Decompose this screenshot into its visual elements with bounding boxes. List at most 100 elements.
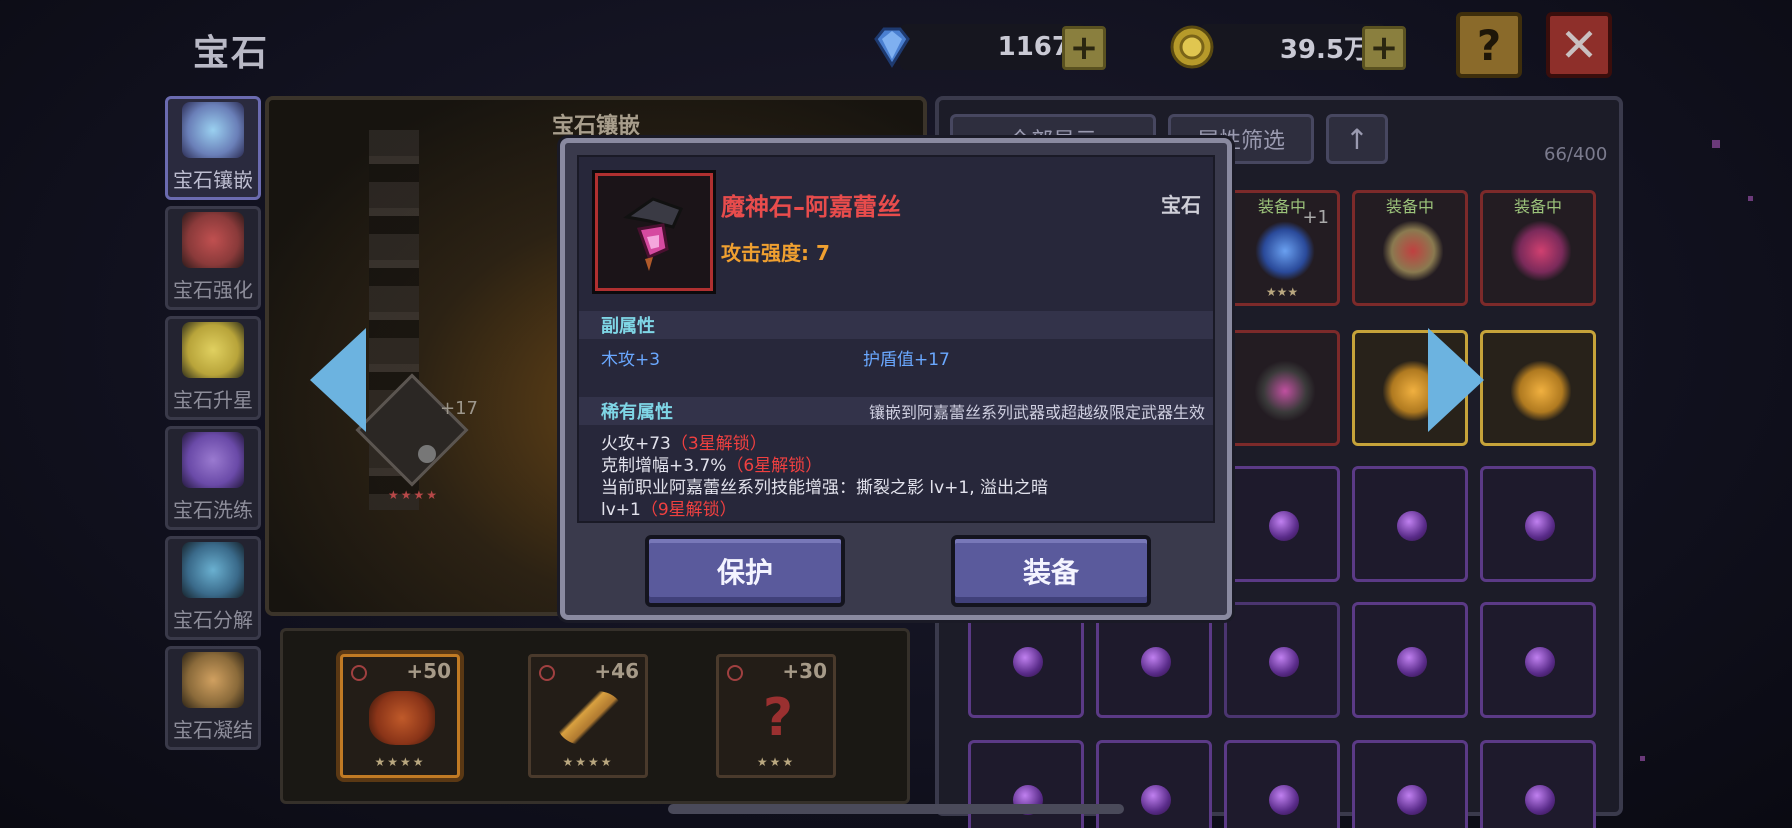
inventory-slot[interactable]: 装备中 +1 ★★★ xyxy=(1224,190,1340,306)
sidebar-item-label: 宝石分解 xyxy=(173,608,253,632)
gem-detail-content: 魔神石–阿嘉蕾丝 宝石 攻击强度: 7 副属性 木攻+3 护盾值+17 稀有属性… xyxy=(577,155,1215,523)
purple-gem-icon xyxy=(182,432,244,488)
gem-name: 魔神石–阿嘉蕾丝 xyxy=(721,193,901,221)
purple-orb-icon xyxy=(1141,647,1171,677)
tray-slot[interactable]: +46 ★★★★ xyxy=(528,654,648,778)
unlock-requirement: （9星解锁） xyxy=(640,500,737,520)
scroll-icon xyxy=(182,542,244,598)
protect-button[interactable]: 保护 xyxy=(645,535,845,607)
home-indicator[interactable] xyxy=(668,804,1124,814)
rare-attr-title: 稀有属性 xyxy=(601,402,673,423)
demon-gem-icon xyxy=(1511,221,1571,281)
star-decoration xyxy=(1712,140,1720,148)
sidebar-item-label: 宝石凝结 xyxy=(173,718,253,742)
tray-slot-level: +30 xyxy=(782,659,827,683)
inventory-slot[interactable] xyxy=(1224,466,1340,582)
inventory-slot[interactable]: 装备中 xyxy=(1480,190,1596,306)
sidebar-item-label: 宝石镶嵌 xyxy=(173,168,253,192)
sidebar-item-enhance[interactable]: 宝石强化 xyxy=(165,206,261,310)
sub-attr: 护盾值+17 xyxy=(863,350,950,370)
gem-detail-dialog: 魔神石–阿嘉蕾丝 宝石 攻击强度: 7 副属性 木攻+3 护盾值+17 稀有属性… xyxy=(560,138,1232,620)
inventory-slot[interactable] xyxy=(1224,602,1340,718)
inventory-slot[interactable] xyxy=(1480,602,1596,718)
inventory-slot[interactable] xyxy=(1480,466,1596,582)
purple-orb-icon xyxy=(1397,785,1427,815)
gem-egg-icon xyxy=(182,102,244,158)
star-decoration xyxy=(1748,196,1753,201)
tray-slot-stars: ★★★★ xyxy=(374,755,426,769)
tray-slot[interactable]: +30 ? ★★★ xyxy=(716,654,836,778)
lock-icon xyxy=(539,665,555,681)
purple-orb-icon xyxy=(1269,511,1299,541)
rare-attr-text: lv+1 xyxy=(601,500,641,520)
equipped-badge: 装备中 xyxy=(1513,197,1562,216)
add-gold-button[interactable]: + xyxy=(1362,26,1406,70)
equip-button[interactable]: 装备 xyxy=(951,535,1151,607)
inventory-slot[interactable] xyxy=(1224,330,1340,446)
gold-gem-icon xyxy=(1511,361,1571,421)
tray-slot[interactable]: +50 ★★★★ xyxy=(340,654,460,778)
purple-orb-icon xyxy=(1525,647,1555,677)
page-title: 宝石 xyxy=(193,33,270,74)
add-diamond-button[interactable]: + xyxy=(1062,26,1106,70)
sidebar-item-label: 宝石强化 xyxy=(173,278,253,302)
crest-gem-icon xyxy=(1383,221,1443,281)
gold-coin-icon xyxy=(1168,23,1216,71)
socket-level: +17 xyxy=(440,398,478,419)
inventory-slot[interactable] xyxy=(1480,740,1596,828)
inventory-count: 66/400 xyxy=(1544,144,1608,165)
inventory-slot[interactable] xyxy=(1224,740,1340,828)
close-button[interactable]: ✕ xyxy=(1546,12,1612,78)
gem-item-frame xyxy=(592,170,716,294)
sort-arrow-button[interactable]: ↑ xyxy=(1326,114,1388,164)
socket-gem-icon xyxy=(418,445,436,463)
sidebar-item-label: 宝石升星 xyxy=(173,388,253,412)
inventory-slot[interactable] xyxy=(1352,740,1468,828)
purple-orb-icon xyxy=(1269,785,1299,815)
purple-orb-icon xyxy=(1141,785,1171,815)
diamond-icon xyxy=(868,23,916,71)
slot-stars: ★★★ xyxy=(1265,285,1299,299)
sidebar-item-reforge[interactable]: 宝石洗练 xyxy=(165,426,261,530)
potion-icon xyxy=(182,652,244,708)
diamond-counter: 1167 xyxy=(900,24,1086,70)
dark-gem-icon xyxy=(1255,361,1315,421)
gem-attack: 攻击强度: 7 xyxy=(721,241,830,265)
tray-slot-level: +46 xyxy=(594,659,639,683)
socket-stars: ★★★★ xyxy=(388,488,440,502)
inlay-panel-title: 宝石镶嵌 xyxy=(551,114,640,139)
sidebar-item-star-up[interactable]: 宝石升星 xyxy=(165,316,261,420)
purple-orb-icon xyxy=(1397,511,1427,541)
previous-arrow-button[interactable] xyxy=(310,328,366,432)
equipped-badge: 装备中 xyxy=(1385,197,1434,216)
help-button[interactable]: ? xyxy=(1456,12,1522,78)
sidebar-item-condense[interactable]: 宝石凝结 xyxy=(165,646,261,750)
heart-gem-icon xyxy=(182,212,244,268)
purple-orb-icon xyxy=(1525,785,1555,815)
rare-attr-condition: 镶嵌到阿嘉蕾丝系列武器或超越级限定武器生效 xyxy=(868,403,1205,422)
lock-icon xyxy=(727,665,743,681)
sidebar-item-label: 宝石洗练 xyxy=(173,498,253,522)
sub-attr-title: 副属性 xyxy=(601,316,655,337)
inventory-slot[interactable]: 装备中 xyxy=(1352,190,1468,306)
purple-orb-icon xyxy=(1525,511,1555,541)
purple-orb-icon xyxy=(1269,647,1299,677)
lock-icon xyxy=(351,665,367,681)
question-mark-icon: ? xyxy=(762,688,794,748)
inventory-slot[interactable] xyxy=(1480,330,1596,446)
inventory-slot[interactable] xyxy=(1352,602,1468,718)
next-arrow-button[interactable] xyxy=(1428,328,1484,432)
sub-attr-header: 副属性 xyxy=(579,311,1213,339)
sidebar-item-decompose[interactable]: 宝石分解 xyxy=(165,536,261,640)
rare-attr-line: lv+1（9星解锁） xyxy=(601,495,737,520)
tray-slot-stars: ★★★ xyxy=(756,755,796,769)
inventory-slot[interactable] xyxy=(1096,740,1212,828)
sub-attr: 木攻+3 xyxy=(601,350,661,370)
tray-slot-level: +50 xyxy=(406,659,451,683)
star-decoration xyxy=(1640,756,1645,761)
sidebar-item-inlay[interactable]: 宝石镶嵌 xyxy=(165,96,261,200)
blue-gem-icon xyxy=(1255,221,1315,281)
inventory-slot[interactable] xyxy=(1352,466,1468,582)
inventory-slot[interactable] xyxy=(968,740,1084,828)
sword-gem-icon xyxy=(557,691,623,745)
